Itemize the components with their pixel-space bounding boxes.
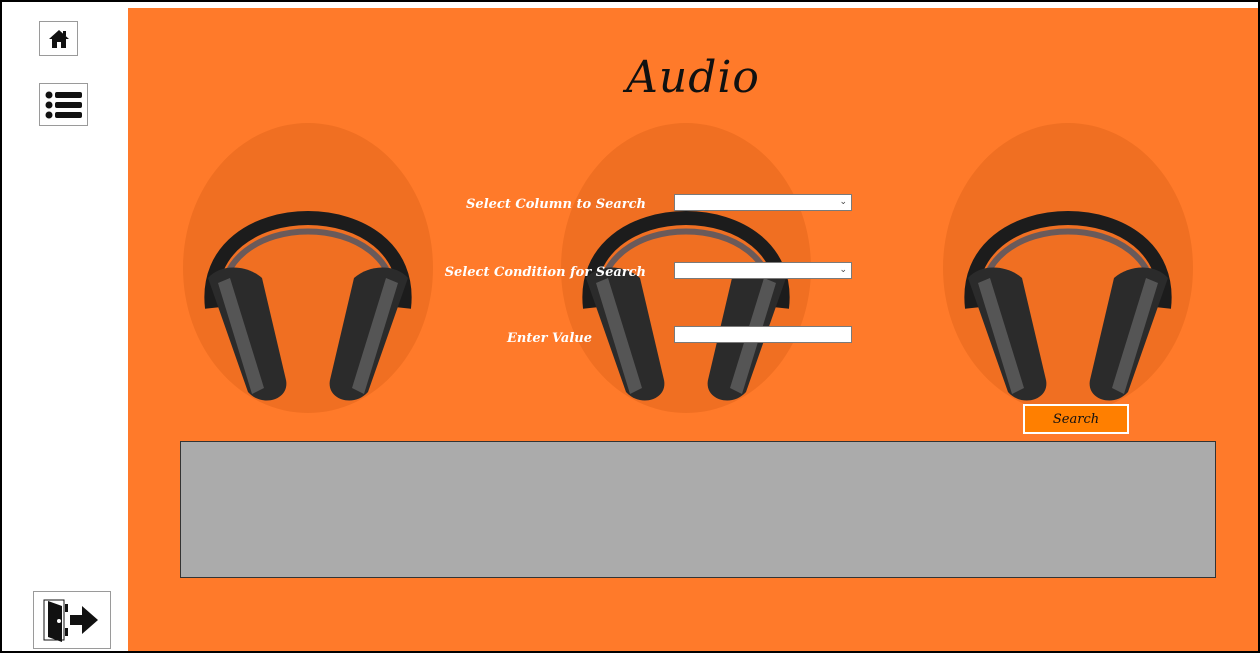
headphones-image	[943, 123, 1193, 413]
value-input-label: Enter Value	[507, 331, 592, 346]
chevron-down-icon: ⌄	[839, 196, 847, 206]
column-select-label: Select Column to Search	[466, 197, 646, 212]
condition-select-label: Select Condition for Search	[444, 265, 646, 280]
condition-select[interactable]: ⌄	[674, 262, 852, 279]
exit-button[interactable]	[33, 591, 111, 649]
column-select[interactable]: ⌄	[674, 194, 852, 211]
home-icon	[48, 29, 69, 48]
list-menu-icon	[45, 91, 82, 118]
sidebar	[2, 2, 128, 651]
value-input[interactable]	[674, 326, 852, 343]
menu-button[interactable]	[39, 83, 88, 126]
results-grid[interactable]	[180, 441, 1216, 578]
search-button[interactable]: Search	[1023, 404, 1129, 434]
home-button[interactable]	[39, 21, 78, 56]
exit-door-icon	[43, 599, 98, 642]
app-window: Audio Select Column to Search ⌄ Select C…	[2, 2, 1258, 651]
page-title: Audio	[626, 52, 760, 103]
main-panel: Audio Select Column to Search ⌄ Select C…	[128, 8, 1258, 651]
chevron-down-icon: ⌄	[839, 264, 847, 274]
